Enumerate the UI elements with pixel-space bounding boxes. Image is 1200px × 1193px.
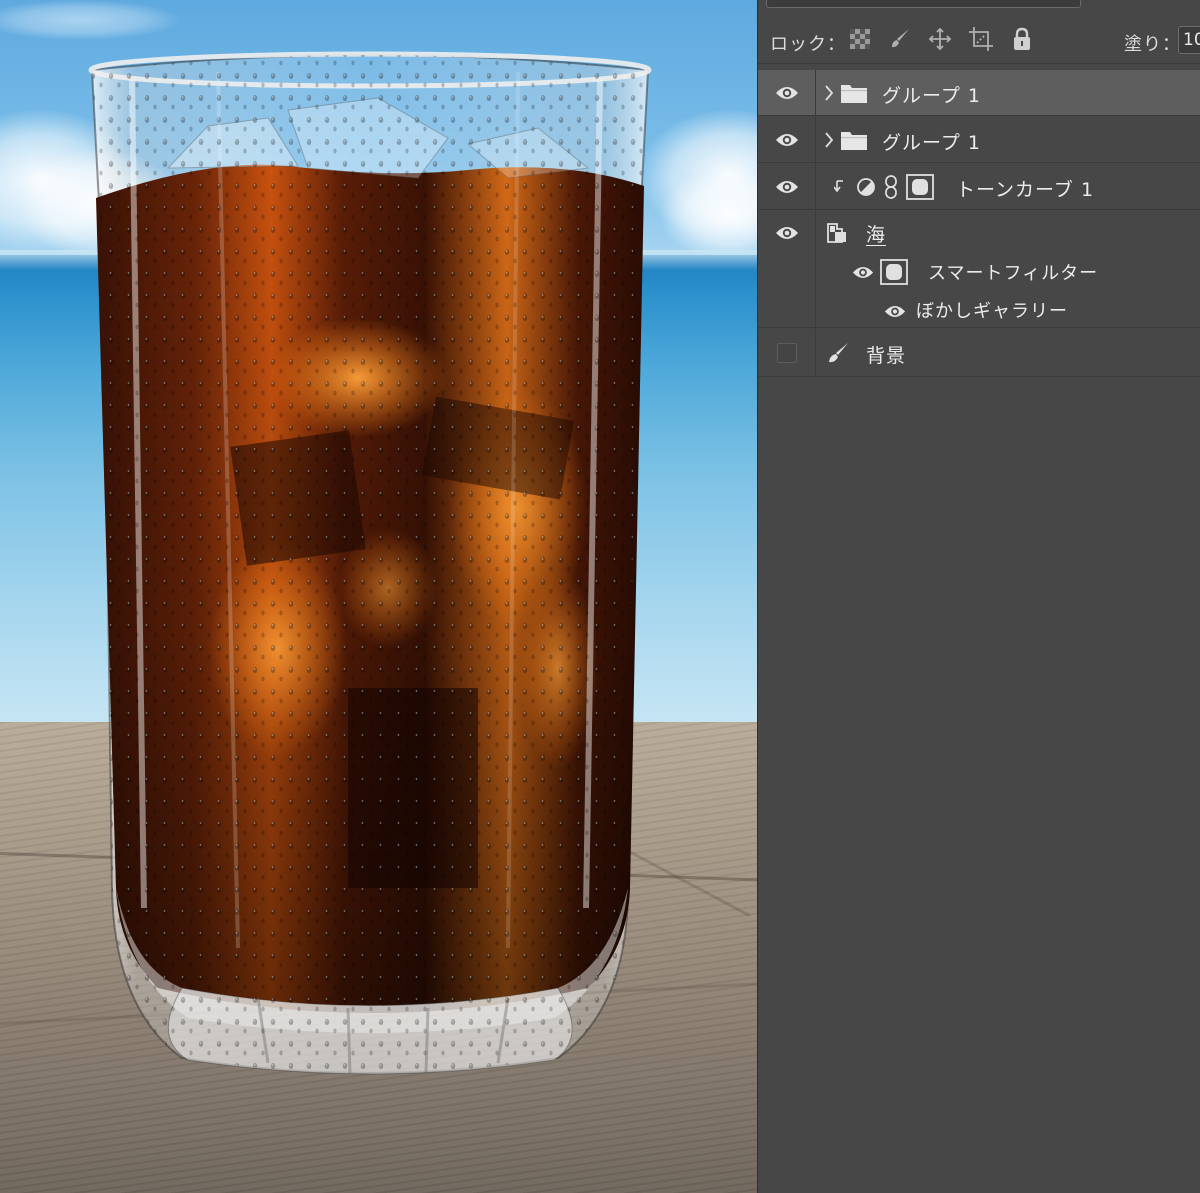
folder-icon xyxy=(841,132,867,150)
expand-chevron-icon[interactable] xyxy=(824,130,834,150)
lock-position-icon[interactable] xyxy=(927,26,953,52)
lock-bar: ロック： 塗り： 1 xyxy=(758,16,1200,64)
visibility-column xyxy=(758,70,816,115)
visibility-eye-icon[interactable] xyxy=(775,225,799,241)
cola-glass-image xyxy=(88,48,652,1078)
layer-name[interactable]: 背景 xyxy=(866,341,906,368)
layer-name[interactable]: トーンカーブ 1 xyxy=(956,175,1094,202)
filter-name[interactable]: ぼかしギャラリー xyxy=(916,297,1068,323)
layer-content: 海 スマートフィルター ぼかしギャラリー xyxy=(816,211,1200,327)
layer-filter-field[interactable] xyxy=(766,0,1081,8)
layer-content: グループ 1 xyxy=(816,117,1200,162)
visibility-toggle-off[interactable] xyxy=(777,343,797,363)
visibility-column xyxy=(758,211,816,327)
layer-row-group-1[interactable]: グループ 1 xyxy=(758,117,1200,163)
lock-image-pixels-icon[interactable] xyxy=(887,26,913,52)
smart-filter-name[interactable]: スマートフィルター xyxy=(928,259,1098,285)
fill-opacity-input[interactable]: 100% xyxy=(1178,26,1200,54)
document-canvas[interactable] xyxy=(0,0,757,1193)
layer-name[interactable]: グループ 1 xyxy=(882,128,981,155)
layer-content: グループ 1 xyxy=(816,70,1200,115)
expand-chevron-icon[interactable] xyxy=(824,83,834,103)
layers-panel-empty-area[interactable] xyxy=(758,378,1200,1193)
visibility-column xyxy=(758,164,816,209)
fill-label: 塗り： xyxy=(1124,34,1181,55)
filter-visibility-eye-icon[interactable] xyxy=(884,304,906,319)
layer-name[interactable]: グループ 1 xyxy=(882,81,981,108)
smart-object-icon xyxy=(827,223,846,243)
visibility-eye-icon[interactable] xyxy=(775,85,799,101)
paint-brush-icon xyxy=(829,343,848,363)
folder-icon xyxy=(841,85,867,103)
visibility-column xyxy=(758,329,816,376)
cola-glass-illustration xyxy=(88,51,652,1075)
layer-content: トーンカーブ 1 xyxy=(816,164,1200,209)
layer-row-tone-curve[interactable]: トーンカーブ 1 xyxy=(758,164,1200,210)
layer-row-smart-object-sea[interactable]: 海 スマートフィルター ぼかしギャラリー xyxy=(758,211,1200,328)
layer-mask-thumbnail-icon[interactable] xyxy=(906,174,934,200)
visibility-eye-icon[interactable] xyxy=(775,179,799,195)
layer-name[interactable]: 海 xyxy=(866,220,886,247)
smart-filter-mask-thumbnail-icon[interactable] xyxy=(880,259,908,285)
smart-filter-visibility-eye-icon[interactable] xyxy=(852,265,874,280)
lock-all-icon[interactable] xyxy=(1009,26,1035,52)
adjustment-layer-icon xyxy=(857,178,875,196)
layer-content: 背景 xyxy=(816,329,1200,376)
visibility-column xyxy=(758,117,816,162)
lock-label: ロック： xyxy=(770,34,846,55)
layers-panel: ロック： 塗り： 1 グループ 1 グループ 1 トーンカーブ 1 海 スマート… xyxy=(757,0,1200,1193)
layer-row-background[interactable]: 背景 xyxy=(758,329,1200,377)
lock-transparent-pixels-icon[interactable] xyxy=(847,26,873,52)
visibility-eye-icon[interactable] xyxy=(775,132,799,148)
cloud xyxy=(0,0,180,40)
mask-link-chain-icon[interactable] xyxy=(884,174,898,200)
lock-artboard-icon[interactable] xyxy=(968,26,994,52)
panel-header-strip xyxy=(758,0,1200,16)
layer-row-group-1-selected[interactable]: グループ 1 xyxy=(758,70,1200,116)
clipping-mask-arrow-icon xyxy=(834,180,843,193)
